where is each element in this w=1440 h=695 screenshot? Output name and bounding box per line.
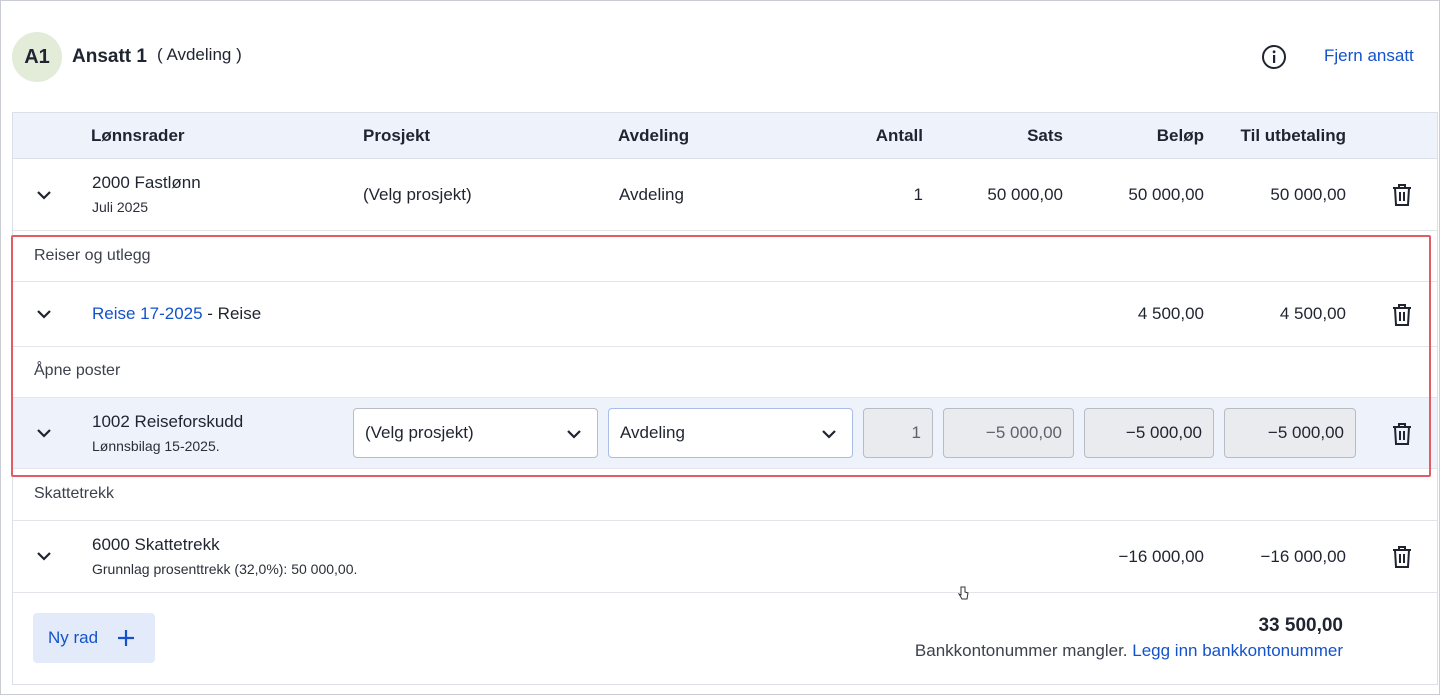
employee-department: ( Avdeling )	[157, 45, 242, 64]
col-payout: Til utbetaling	[1240, 126, 1346, 145]
payroll-table: Lønnsrader Prosjekt Avdeling Antall Sats…	[12, 112, 1438, 685]
travel-suffix: - Reise	[202, 304, 262, 323]
col-project: Prosjekt	[363, 126, 431, 145]
quantity-input: 1	[863, 408, 933, 458]
section-tax: Skattetrekk	[13, 469, 1437, 521]
row-amount: 4 500,00	[1137, 304, 1204, 323]
row-payout: −16 000,00	[1260, 547, 1346, 566]
rate-input: −5 000,00	[943, 408, 1074, 458]
section-title: Reiser og utlegg	[34, 247, 151, 264]
table-row: 6000 Skattetrekk Grunnlag prosenttrekk (…	[13, 521, 1437, 593]
pointer-cursor-icon	[958, 586, 969, 600]
section-open-items: Åpne poster	[13, 347, 1437, 398]
row-subtitle: Grunnlag prosenttrekk (32,0%): 50 000,00…	[92, 561, 358, 577]
bank-account-notice: Bankkontonummer mangler. Legg inn bankko…	[915, 641, 1343, 661]
col-department: Avdeling	[618, 126, 690, 145]
row-quantity: 1	[913, 185, 923, 204]
row-subtitle: Juli 2025	[92, 199, 149, 215]
employee-name: Ansatt 1	[72, 46, 147, 67]
table-row: 2000 Fastlønn Juli 2025 (Velg prosjekt) …	[13, 159, 1437, 231]
row-subtitle: Lønnsbilag 15-2025.	[92, 438, 220, 454]
new-row-button[interactable]: Ny rad	[33, 613, 155, 663]
travel-link[interactable]: Reise 17-2025	[92, 304, 203, 323]
row-amount: 50 000,00	[1128, 185, 1204, 204]
section-travel: Reiser og utlegg	[13, 231, 1437, 282]
amount-input: −5 000,00	[1084, 408, 1214, 458]
avatar: A1	[12, 32, 62, 82]
table-header: Lønnsrader Prosjekt Avdeling Antall Sats…	[13, 113, 1437, 159]
department-select[interactable]: Avdeling	[608, 408, 853, 458]
section-title: Skattetrekk	[34, 485, 115, 502]
col-lines: Lønnsrader	[91, 126, 185, 145]
row-rate: 50 000,00	[987, 185, 1063, 204]
chevron-down-icon	[822, 430, 836, 439]
trash-icon[interactable]	[1391, 422, 1413, 446]
table-row: Reise 17-2025 - Reise 4 500,00 4 500,00	[13, 282, 1437, 347]
chevron-down-icon	[567, 430, 581, 439]
info-icon[interactable]	[1261, 44, 1287, 70]
row-project[interactable]: (Velg prosjekt)	[363, 185, 472, 205]
chevron-down-icon[interactable]	[35, 305, 53, 323]
plus-icon	[118, 630, 134, 646]
section-title: Åpne poster	[34, 362, 121, 379]
col-amount: Beløp	[1156, 126, 1204, 145]
project-select[interactable]: (Velg prosjekt)	[353, 408, 598, 458]
row-payout: 4 500,00	[1279, 304, 1346, 323]
employee-header: A1 Ansatt 1 ( Avdeling ) Fjern ansatt	[12, 32, 1432, 82]
table-row: 1002 Reiseforskudd Lønnsbilag 15-2025. (…	[13, 398, 1437, 469]
payout-input: −5 000,00	[1224, 408, 1356, 458]
row-payout: 50 000,00	[1270, 185, 1346, 204]
chevron-down-icon[interactable]	[35, 186, 53, 204]
add-bank-account-link[interactable]: Legg inn bankkontonummer	[1132, 641, 1343, 660]
chevron-down-icon[interactable]	[35, 547, 53, 565]
remove-employee-link[interactable]: Fjern ansatt	[1324, 46, 1414, 66]
trash-icon[interactable]	[1391, 183, 1413, 207]
bank-missing-text: Bankkontonummer mangler.	[914, 641, 1133, 660]
department-select-value: Avdeling	[620, 423, 685, 442]
row-title: 1002 Reiseforskudd	[92, 412, 244, 431]
trash-icon[interactable]	[1391, 545, 1413, 569]
row-title: 6000 Skattetrekk	[92, 535, 220, 554]
project-select-value: (Velg prosjekt)	[365, 423, 474, 442]
col-rate: Sats	[1027, 126, 1063, 145]
trash-icon[interactable]	[1391, 303, 1413, 327]
employee-panel: A1 Ansatt 1 ( Avdeling ) Fjern ansatt Lø…	[0, 0, 1440, 695]
new-row-label: Ny rad	[48, 628, 99, 647]
row-department[interactable]: Avdeling	[619, 185, 684, 205]
row-title: Reise 17-2025 - Reise	[92, 304, 261, 324]
row-amount: −16 000,00	[1118, 547, 1204, 566]
chevron-down-icon[interactable]	[35, 424, 53, 442]
total-amount: 33 500,00	[1258, 615, 1343, 636]
row-title: 2000 Fastlønn	[92, 173, 201, 192]
col-quantity: Antall	[875, 126, 923, 145]
